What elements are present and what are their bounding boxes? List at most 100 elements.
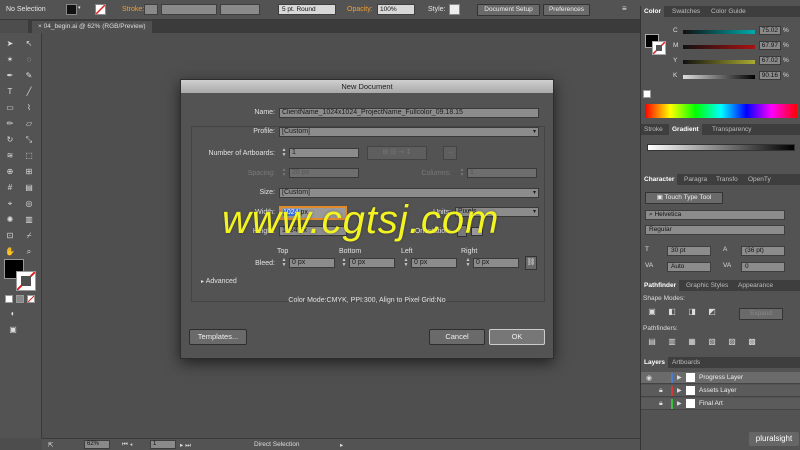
unite-icon[interactable]: ▣ <box>647 307 657 317</box>
artboard-tool-icon[interactable]: ⊡ <box>5 231 15 241</box>
layer-row[interactable]: 🔒︎ ▶ Assets Layer <box>641 385 800 397</box>
exclude-icon[interactable]: ◩ <box>707 307 717 317</box>
variable-width-select[interactable] <box>220 4 260 15</box>
zoom-select[interactable]: 62% <box>84 440 110 449</box>
columns-input[interactable]: 1 <box>467 168 537 178</box>
next-artboard-icon[interactable]: ▸ ⏭ <box>180 441 191 450</box>
rectangle-tool-icon[interactable]: ▭ <box>5 103 15 113</box>
templates-button[interactable]: Templates... <box>189 329 247 345</box>
lock-icon[interactable]: 🔒︎ <box>659 387 663 395</box>
minus-back-icon[interactable]: ▩ <box>747 337 757 347</box>
tab-swatches[interactable]: Swatches <box>669 6 703 17</box>
hand-tool-icon[interactable]: ✋ <box>5 247 15 257</box>
color-panel-stroke[interactable] <box>652 41 666 55</box>
magenta-input[interactable]: 67.97 <box>759 41 781 50</box>
bleed-top-stepper-icon[interactable]: ▲ ▼ <box>281 258 287 268</box>
bleed-left-input[interactable]: 0 px <box>411 258 457 268</box>
gradient-tool-icon[interactable]: ▤ <box>24 183 34 193</box>
tab-gradient[interactable]: Gradient <box>669 124 702 135</box>
cyan-slider[interactable] <box>683 30 755 34</box>
graph-tool-icon[interactable]: ▥ <box>24 215 34 225</box>
bleed-top-input[interactable]: 0 px <box>289 258 335 268</box>
bleed-bottom-stepper-icon[interactable]: ▲ ▼ <box>341 258 347 268</box>
lock-icon[interactable]: 🔒︎ <box>659 400 663 408</box>
first-artboard-icon[interactable]: ⏮ ◂ <box>122 441 133 449</box>
stroke-weight-stepper[interactable] <box>144 4 158 15</box>
document-tab[interactable]: × 04_begin.ai @ 62% (RGB/Preview) <box>32 21 152 33</box>
tab-pathfinder[interactable]: Pathfinder <box>641 280 680 291</box>
shape-builder-tool-icon[interactable]: ⊕ <box>5 167 15 177</box>
spacing-input[interactable]: 20 px <box>289 168 359 178</box>
bleed-bottom-input[interactable]: 0 px <box>349 258 395 268</box>
stroke-swatch[interactable] <box>95 4 106 15</box>
artboards-stepper-icon[interactable]: ▲ ▼ <box>281 148 287 158</box>
slice-tool-icon[interactable]: ⌿ <box>24 231 34 241</box>
status-menu-icon[interactable]: ▸ <box>340 441 343 449</box>
tab-paragraph[interactable]: Paragra <box>681 174 710 185</box>
font-size-input[interactable]: 30 pt <box>667 246 711 256</box>
screen-mode-icon[interactable]: ▣ <box>8 325 18 335</box>
type-tool-icon[interactable]: T <box>5 87 15 97</box>
tab-appearance[interactable]: Appearance <box>735 280 776 291</box>
symbol-sprayer-tool-icon[interactable]: ✺ <box>5 215 15 225</box>
expand-button[interactable]: Expand <box>739 308 783 320</box>
curvature-tool-icon[interactable]: ✎ <box>24 71 34 81</box>
blend-tool-icon[interactable]: ◎ <box>24 199 34 209</box>
artboards-input[interactable]: 1 <box>289 148 359 158</box>
tab-character[interactable]: Character <box>641 174 678 185</box>
none-color-icon[interactable] <box>643 90 651 98</box>
artboard-select[interactable]: 1 <box>150 440 176 449</box>
bleed-right-input[interactable]: 0 px <box>473 258 519 268</box>
gradient-mode-icon[interactable] <box>16 295 24 303</box>
yellow-slider[interactable] <box>683 60 755 64</box>
stroke-weight-input[interactable] <box>161 4 217 15</box>
font-style-select[interactable]: Regular <box>645 225 785 235</box>
divide-icon[interactable]: ▤ <box>647 337 657 347</box>
tracking-input[interactable]: 0 <box>741 262 785 272</box>
outline-icon[interactable]: ▨ <box>727 337 737 347</box>
layer-row[interactable]: 🔒︎ ▶ Final Art <box>641 398 800 410</box>
trim-icon[interactable]: ▥ <box>667 337 677 347</box>
layer-row[interactable]: ◉ ▶ Progress Layer <box>641 372 800 384</box>
draw-mode-icon[interactable]: ◐ <box>8 309 18 319</box>
columns-stepper-icon[interactable]: ▲ ▼ <box>459 168 465 178</box>
minus-front-icon[interactable]: ◧ <box>667 307 677 317</box>
document-setup-button[interactable]: Document Setup <box>477 4 540 16</box>
magic-wand-tool-icon[interactable]: ✶ <box>5 55 15 65</box>
tab-artboards[interactable]: Artboards <box>669 357 703 368</box>
arrange-direction-icon[interactable]: → <box>443 146 457 160</box>
none-mode-icon[interactable] <box>27 295 35 303</box>
perspective-grid-tool-icon[interactable]: ⊞ <box>24 167 34 177</box>
intersect-icon[interactable]: ◨ <box>687 307 697 317</box>
pencil-tool-icon[interactable]: ✏ <box>5 119 15 129</box>
brush-select[interactable]: 5 pt. Round <box>278 4 336 15</box>
magenta-slider[interactable] <box>683 45 755 49</box>
leading-input[interactable]: (36 pt) <box>741 246 785 256</box>
zoom-tool-icon[interactable]: ⌕ <box>24 247 34 257</box>
opacity-input[interactable]: 100% <box>377 4 415 15</box>
artboard-nav-icon[interactable]: ⇱ <box>48 441 53 449</box>
artboard-layout-buttons-icon[interactable]: ⊞ ⊟ ⇢ ↧ <box>367 146 427 160</box>
lasso-tool-icon[interactable]: ◌ <box>24 55 34 65</box>
black-slider[interactable] <box>683 75 755 79</box>
tab-color[interactable]: Color <box>641 6 664 17</box>
font-family-input[interactable]: ⌕ Helvetica <box>645 210 785 220</box>
black-input[interactable]: 90.16 <box>759 71 781 80</box>
cancel-button[interactable]: Cancel <box>429 329 485 345</box>
tab-graphic-styles[interactable]: Graphic Styles <box>683 280 731 291</box>
size-select[interactable]: [Custom] ▾ <box>279 188 539 198</box>
touch-type-tool-button[interactable]: ▣ Touch Type Tool <box>645 192 723 204</box>
tab-transform[interactable]: Transfo <box>713 174 741 185</box>
selection-tool-icon[interactable]: ➤ <box>5 39 15 49</box>
color-spectrum[interactable] <box>645 104 797 118</box>
pen-tool-icon[interactable]: ✒ <box>5 71 15 81</box>
gradient-slider[interactable] <box>647 144 795 151</box>
expand-arrow-icon[interactable]: ▶ <box>677 400 682 407</box>
merge-icon[interactable]: ▦ <box>687 337 697 347</box>
tab-transparency[interactable]: Transparency <box>709 124 755 135</box>
expand-arrow-icon[interactable]: ▶ <box>677 374 682 381</box>
line-tool-icon[interactable]: ╱ <box>24 87 34 97</box>
mesh-tool-icon[interactable]: # <box>5 183 15 193</box>
tab-opentype[interactable]: OpenTy <box>745 174 774 185</box>
bleed-right-stepper-icon[interactable]: ▲ ▼ <box>465 258 471 268</box>
